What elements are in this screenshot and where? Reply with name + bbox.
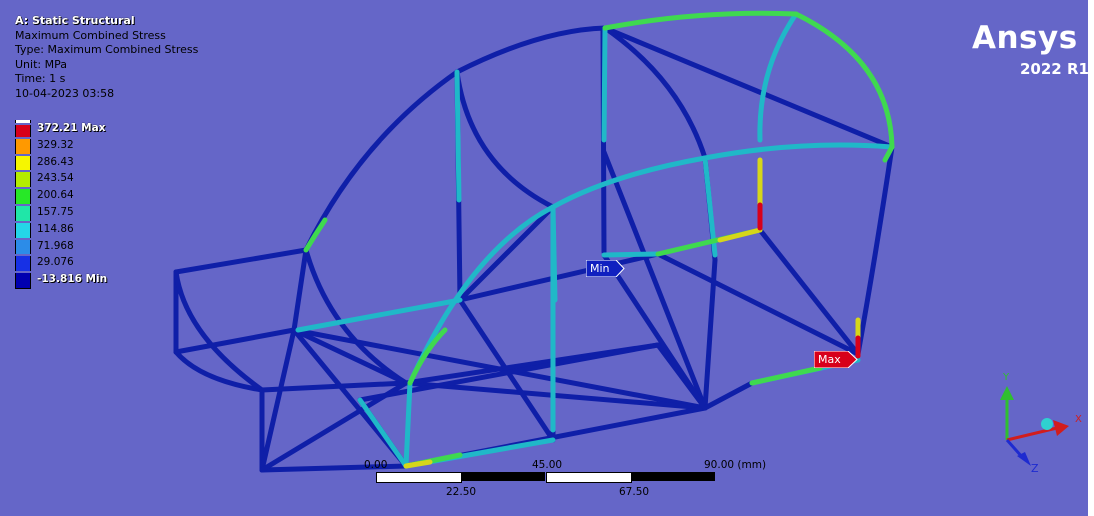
scale-label-0: 0.00 xyxy=(364,459,388,471)
legend-label: 243.54 xyxy=(37,172,74,185)
scale-label-67-5: 67.50 xyxy=(619,486,650,498)
legend-label: 200.64 xyxy=(37,189,74,202)
max-probe[interactable]: Max xyxy=(814,351,858,368)
scale-label-22-5: 22.50 xyxy=(446,486,477,498)
legend-label: -13.816 Min xyxy=(37,273,108,286)
legend-swatch xyxy=(15,273,31,289)
scale-segment xyxy=(461,472,545,481)
legend-label: 114.86 xyxy=(37,222,74,235)
scale-label-45: 45.00 xyxy=(532,459,563,471)
legend-swatch xyxy=(15,138,31,154)
result-date: 10-04-2023 03:58 xyxy=(15,86,115,100)
legend-swatch xyxy=(15,205,31,221)
legend-swatch xyxy=(15,222,31,238)
legend-swatch xyxy=(15,189,31,204)
triad-x-label: X xyxy=(1075,414,1082,425)
legend-label: 157.75 xyxy=(37,205,74,218)
legend-swatch xyxy=(15,239,31,255)
analysis-title: A: Static Structural xyxy=(15,14,135,27)
scale-segment xyxy=(376,472,462,483)
scale-segment xyxy=(631,472,715,481)
scale-label-90: 90.00 (mm) xyxy=(704,459,767,471)
triad-axes xyxy=(1000,386,1069,466)
legend-swatch xyxy=(15,125,31,137)
legend-label: 29.076 xyxy=(37,256,74,269)
legend-label: 372.21 Max xyxy=(37,122,106,134)
legend-label: 71.968 xyxy=(37,239,74,252)
result-info: A: Static Structural Maximum Combined St… xyxy=(15,14,198,102)
result-type: Type: Maximum Combined Stress xyxy=(15,43,199,57)
legend-max-marker xyxy=(15,120,31,123)
result-time: Time: 1 s xyxy=(15,72,66,86)
ansys-version: 2022 R1 xyxy=(1020,60,1089,78)
ansys-logo: Ansys xyxy=(972,20,1078,56)
legend-swatch xyxy=(15,172,31,188)
legend-swatch xyxy=(15,256,31,272)
legend-label: 286.43 xyxy=(37,155,74,168)
triad-z-label: Z xyxy=(1031,462,1039,475)
triad-y-label: Y xyxy=(1003,372,1010,383)
legend-swatch xyxy=(15,155,31,171)
legend-label: 329.32 xyxy=(37,138,74,151)
scale-ruler: 0.00 45.00 90.00 (mm) 22.50 67.50 xyxy=(364,459,766,502)
result-unit: Unit: MPa xyxy=(15,57,67,71)
min-probe-label: Min xyxy=(590,262,610,275)
result-name: Maximum Combined Stress xyxy=(15,28,166,42)
scale-segment xyxy=(546,472,632,483)
coordinate-triad[interactable]: Y X Z xyxy=(995,370,1085,480)
max-probe-label: Max xyxy=(818,353,841,366)
min-probe[interactable]: Min xyxy=(586,260,625,277)
